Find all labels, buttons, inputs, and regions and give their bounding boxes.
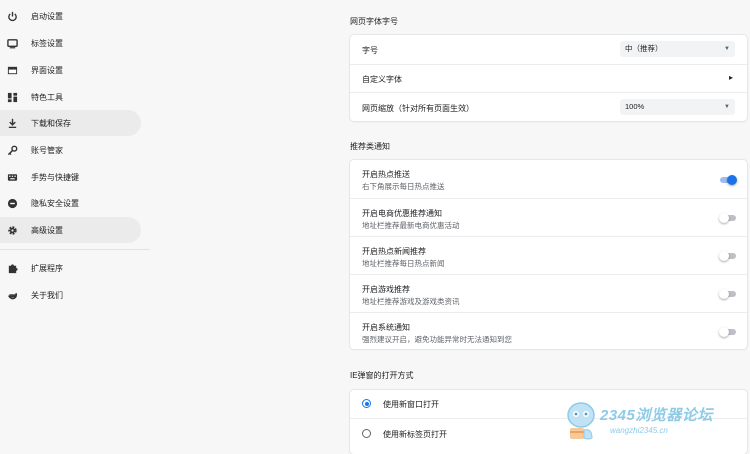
notify-sub: 右下角展示每日热点推送: [362, 182, 445, 191]
sidebar-item-extensions[interactable]: 扩展程序: [0, 255, 141, 281]
toggle-hot-push[interactable]: [719, 175, 737, 185]
watermark-url: wangzhi2345.cn: [610, 426, 668, 435]
notify-row-games: 开启游戏推荐 地址栏推荐游戏及游戏类资讯: [350, 274, 747, 312]
toggle-ecommerce[interactable]: [719, 213, 737, 223]
notify-sub: 地址栏推荐每日热点新闻: [362, 259, 445, 268]
sidebar-item-label: 启动设置: [31, 11, 63, 21]
toggle-news[interactable]: [719, 251, 737, 261]
notify-label: 开启游戏推荐: [362, 285, 410, 294]
radio-new-window[interactable]: [362, 399, 371, 408]
font-size-label: 字号: [362, 46, 378, 55]
notify-label: 开启电商优惠推荐通知: [362, 209, 442, 218]
sidebar-item-startup[interactable]: 启动设置: [0, 3, 141, 29]
sidebar-item-label: 标签设置: [31, 38, 63, 48]
mascot-icon: [567, 402, 595, 440]
toggle-system[interactable]: [719, 327, 737, 337]
caret-down-icon: ▼: [724, 104, 730, 110]
sidebar-item-download[interactable]: 下载和保存: [0, 110, 141, 136]
notify-label: 开启热点新闻推荐: [362, 247, 426, 256]
watermark: 2345浏览器论坛 wangzhi2345.cn: [560, 398, 750, 448]
notify-sub: 地址栏推荐游戏及游戏类资讯: [362, 297, 460, 306]
sidebar-item-label: 高级设置: [31, 225, 63, 235]
notify-label: 开启热点推送: [362, 170, 410, 179]
notify-row-news: 开启热点新闻推荐 地址栏推荐每日热点新闻: [350, 236, 747, 274]
key-icon: [7, 145, 18, 156]
tab-icon: [7, 38, 18, 49]
caret-down-icon: ▼: [724, 46, 730, 52]
chevron-right-icon: ▸: [728, 73, 733, 82]
sidebar-item-label: 手势与快捷键: [31, 172, 79, 182]
sidebar-item-privacy[interactable]: 隐私安全设置: [0, 190, 141, 216]
page-zoom-value: 100%: [625, 102, 645, 111]
notify-sub: 地址栏推荐最新电商优惠活动: [362, 221, 460, 230]
page-zoom-label: 网页缩放（针对所有页面生效）: [362, 104, 474, 113]
dashboard-icon: [7, 92, 18, 103]
section-title-popup: IE弹窗的打开方式: [350, 371, 414, 380]
shield-icon: [7, 198, 18, 209]
sidebar-item-account[interactable]: 账号管家: [0, 137, 141, 163]
sidebar-divider: [0, 249, 150, 250]
font-settings-card: 字号 中（推荐） ▼ 自定义字体 ▸ 网页缩放（针对所有页面生效） 100% ▼: [350, 35, 747, 121]
notify-row-system: 开启系统通知 强烈建议开启，避免功能异常时无法通知到您: [350, 312, 747, 349]
font-size-select[interactable]: 中（推荐） ▼: [620, 41, 735, 57]
font-size-row: 字号 中（推荐） ▼: [350, 35, 747, 64]
toggle-games[interactable]: [719, 289, 737, 299]
section-title-notify: 推荐类通知: [350, 142, 390, 151]
notify-settings-card: 开启热点推送 右下角展示每日热点推送 开启电商优惠推荐通知 地址栏推荐最新电商优…: [350, 160, 747, 349]
custom-font-row[interactable]: 自定义字体 ▸: [350, 64, 747, 92]
power-icon: [7, 11, 18, 22]
section-title-font: 网页字体字号: [350, 17, 398, 26]
radio-new-tab[interactable]: [362, 429, 371, 438]
sidebar-item-label: 关于我们: [31, 290, 63, 300]
sidebar-item-label: 隐私安全设置: [31, 198, 79, 208]
sidebar-item-tools[interactable]: 特色工具: [0, 84, 141, 110]
sidebar-item-label: 特色工具: [31, 92, 63, 102]
sidebar-item-label: 界面设置: [31, 65, 63, 75]
notify-row-ecommerce: 开启电商优惠推荐通知 地址栏推荐最新电商优惠活动: [350, 198, 747, 236]
radio-label: 使用新标签页打开: [383, 430, 447, 439]
sidebar-item-interface[interactable]: 界面设置: [0, 57, 141, 83]
sidebar-item-about[interactable]: 关于我们: [0, 282, 141, 308]
page-zoom-row: 网页缩放（针对所有页面生效） 100% ▼: [350, 92, 747, 121]
sidebar: 启动设置 标签设置 界面设置 特色工具 下载和保存 账号管家 手势与快捷键 隐私…: [0, 0, 150, 448]
sidebar-item-label: 下载和保存: [31, 118, 71, 128]
font-size-value: 中（推荐）: [625, 44, 663, 53]
page-zoom-select[interactable]: 100% ▼: [620, 99, 735, 115]
custom-font-label: 自定义字体: [362, 75, 402, 84]
notify-sub: 强烈建议开启，避免功能异常时无法通知到您: [362, 335, 512, 344]
radio-label: 使用新窗口打开: [383, 400, 439, 409]
keyboard-icon: [7, 172, 18, 183]
gear-icon: [7, 225, 18, 236]
browser-logo-icon: [7, 290, 18, 301]
sidebar-item-advanced[interactable]: 高级设置: [0, 217, 141, 243]
window-icon: [7, 65, 18, 76]
sidebar-item-tabs[interactable]: 标签设置: [0, 30, 141, 56]
notify-row-hot-push: 开启热点推送 右下角展示每日热点推送: [350, 160, 747, 198]
watermark-text: 2345浏览器论坛: [600, 407, 713, 424]
notify-label: 开启系统通知: [362, 323, 410, 332]
download-icon: [7, 118, 18, 129]
sidebar-item-label: 账号管家: [31, 145, 63, 155]
sidebar-item-label: 扩展程序: [31, 263, 63, 273]
puzzle-icon: [7, 263, 18, 274]
sidebar-item-shortcuts[interactable]: 手势与快捷键: [0, 164, 141, 190]
